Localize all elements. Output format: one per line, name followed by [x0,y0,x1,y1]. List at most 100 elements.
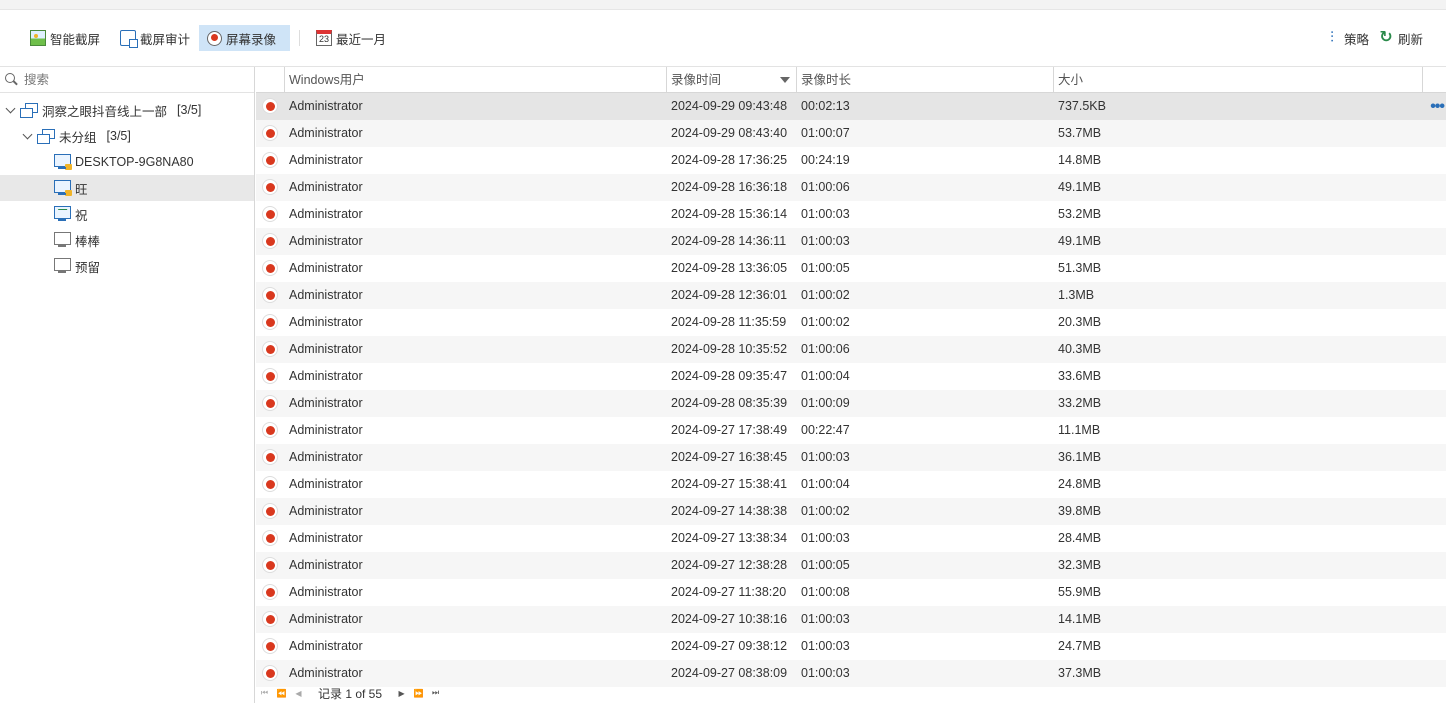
recording-icon[interactable] [262,476,278,492]
cell-windows-user: Administrator [289,369,363,383]
cell-record-time: 2024-09-28 09:35:47 [671,369,788,383]
table-row[interactable]: Administrator 2024-09-27 09:38:12 01:00:03… [256,633,1446,660]
computer-label: DESKTOP-9G8NA80 [75,155,194,169]
computer-tree-panel: 洞察之眼抖音线上一部 [3/5] 未分组 [3/5] DESKTOP-9G8NA… [0,67,255,703]
recording-icon[interactable] [262,287,278,303]
refresh-button[interactable]: ↻ 刷新 [1370,25,1431,51]
tree-computer-reserved[interactable]: 预留 [0,253,254,279]
recording-icon[interactable] [262,206,278,222]
table-row[interactable]: Administrator 2024-09-27 14:38:38 01:00:02… [256,498,1446,525]
computer-group-icon [37,128,55,144]
recording-icon[interactable] [262,422,278,438]
recording-icon[interactable] [262,665,278,681]
table-row[interactable]: Administrator 2024-09-28 16:36:18 01:00:06… [256,174,1446,201]
table-row[interactable]: Administrator 2024-09-27 11:38:20 01:00:08… [256,579,1446,606]
recording-icon[interactable] [262,611,278,627]
cell-windows-user: Administrator [289,261,363,275]
prev-page-icon[interactable]: ◀ [293,689,304,698]
date-range-button[interactable]: 23 最近一月 [308,25,394,51]
recording-icon[interactable] [262,98,278,114]
table-row[interactable]: Administrator 2024-09-27 15:38:41 01:00:04… [256,471,1446,498]
tree-root-node[interactable]: 洞察之眼抖音线上一部 [3/5] [0,97,254,123]
cell-duration: 01:00:02 [801,504,850,518]
cell-size: 11.1MB [1058,423,1101,437]
table-row[interactable]: Administrator 2024-09-28 09:35:47 01:00:04… [256,363,1446,390]
tree-computer-zhu[interactable]: 祝 [0,201,254,227]
recording-icon[interactable] [262,314,278,330]
table-row[interactable]: Administrator 2024-09-29 08:43:40 01:00:07… [256,120,1446,147]
cell-duration: 01:00:03 [801,450,850,464]
recording-icon[interactable] [262,179,278,195]
column-header-record-time[interactable]: 录像时间 [666,67,796,93]
table-row[interactable]: Administrator 2024-09-27 10:38:16 01:00:03… [256,606,1446,633]
toolbar-divider [299,30,300,46]
cell-duration: 00:22:47 [801,423,850,437]
table-row[interactable]: Administrator 2024-09-28 10:35:52 01:00:06… [256,336,1446,363]
table-row[interactable]: Administrator 2024-09-28 15:36:14 01:00:03… [256,201,1446,228]
recording-icon[interactable] [262,368,278,384]
recording-icon[interactable] [262,638,278,654]
tree-group-node[interactable]: 未分组 [3/5] [0,123,254,149]
recording-icon[interactable] [262,530,278,546]
recording-icon[interactable] [262,260,278,276]
cell-record-time: 2024-09-27 15:38:41 [671,477,788,491]
picture-icon [30,30,46,46]
table-row[interactable]: Administrator 2024-09-28 08:35:39 01:00:09… [256,390,1446,417]
table-row[interactable]: Administrator 2024-09-27 17:38:49 00:22:47… [256,417,1446,444]
table-row[interactable]: Administrator 2024-09-28 11:35:59 01:00:02… [256,309,1446,336]
column-header-duration[interactable]: 录像时长 [796,67,1053,93]
recording-icon[interactable] [262,125,278,141]
tree-computer-bangbang[interactable]: 棒棒 [0,227,254,253]
table-row[interactable]: Administrator 2024-09-28 13:36:05 01:00:05… [256,255,1446,282]
cell-size: 33.2MB [1058,396,1102,410]
tree-computer-wang[interactable]: 旺 [0,175,254,201]
recording-icon[interactable] [262,341,278,357]
table-row[interactable]: Administrator 2024-09-28 12:36:01 01:00:02… [256,282,1446,309]
tree-computer-desktop[interactable]: DESKTOP-9G8NA80 [0,149,254,175]
prev-block-icon[interactable]: ⏪ [276,689,287,698]
cell-record-time: 2024-09-27 14:38:38 [671,504,788,518]
recording-icon[interactable] [262,233,278,249]
cell-size: 53.7MB [1058,126,1102,140]
screen-record-button[interactable]: 屏幕录像 [199,25,290,51]
policy-button[interactable]: ⫶ 策略 [1316,25,1377,51]
chevron-down-icon[interactable] [21,130,33,142]
cell-size: 1.3MB [1058,288,1095,302]
table-header: Windows用户 录像时间 录像时长 大小 [256,67,1446,93]
search-input[interactable] [24,72,224,87]
next-block-icon[interactable]: ⏩ [413,689,424,698]
first-page-icon[interactable]: ⏮ [259,688,270,698]
table-row[interactable]: Administrator 2024-09-28 17:36:25 00:24:19… [256,147,1446,174]
cell-record-time: 2024-09-27 09:38:12 [671,639,788,653]
column-header-windows-user[interactable]: Windows用户 [284,67,666,93]
more-options-icon[interactable]: ••• [1430,93,1445,120]
recording-icon[interactable] [262,449,278,465]
last-page-icon[interactable]: ⏭ [430,688,441,698]
cell-size: 14.8MB [1058,153,1102,167]
record-position-label: 记录 1 of 55 [318,686,383,701]
recording-icon[interactable] [262,584,278,600]
cell-record-time: 2024-09-27 17:38:49 [671,423,788,437]
recording-icon[interactable] [262,557,278,573]
table-row[interactable]: Administrator 2024-09-28 14:36:11 01:00:03… [256,228,1446,255]
table-row[interactable]: Administrator 2024-09-29 09:43:48 00:02:13… [256,93,1446,120]
table-row[interactable]: Administrator 2024-09-27 16:38:45 01:00:03… [256,444,1446,471]
table-row[interactable]: Administrator 2024-09-27 12:38:28 01:00:05… [256,552,1446,579]
recording-icon[interactable] [262,152,278,168]
recording-icon[interactable] [262,503,278,519]
table-row[interactable]: Administrator 2024-09-27 13:38:34 01:00:03… [256,525,1446,552]
next-page-icon[interactable]: ▶ [396,689,407,698]
cell-record-time: 2024-09-28 10:35:52 [671,342,788,356]
smart-capture-button[interactable]: 智能截屏 [22,25,108,51]
cell-duration: 01:00:03 [801,531,850,545]
cell-size: 49.1MB [1058,234,1102,248]
cell-size: 20.3MB [1058,315,1102,329]
column-header-size[interactable]: 大小 [1053,67,1422,93]
capture-audit-button[interactable]: 截屏审计 [112,25,198,51]
chevron-down-icon[interactable] [4,104,16,116]
recording-icon[interactable] [262,395,278,411]
column-header-filler [1422,67,1446,93]
computer-group-icon [20,102,38,118]
cell-record-time: 2024-09-27 10:38:16 [671,612,788,626]
computer-label: 祝 [75,208,88,223]
